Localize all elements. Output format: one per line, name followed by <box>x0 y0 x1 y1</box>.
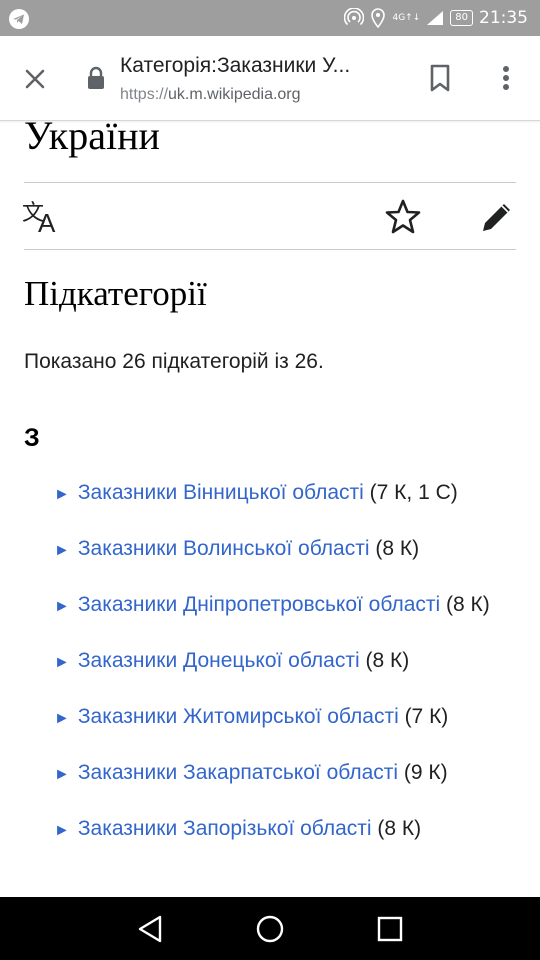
bullet-arrow-icon: ► <box>54 542 70 559</box>
category-link[interactable]: Заказники Закарпатської області <box>78 761 398 784</box>
svg-text:A: A <box>38 208 56 234</box>
subcategory-summary: Показано 26 підкатегорій із 26. <box>24 350 324 373</box>
category-link[interactable]: Заказники Вінницької області <box>78 481 364 504</box>
url-scheme: https:// <box>120 86 169 103</box>
lock-icon <box>88 66 104 89</box>
language-icon[interactable]: 文 A <box>22 198 64 234</box>
edit-pencil-icon[interactable] <box>478 198 516 236</box>
category-count: (8 К) <box>371 817 422 840</box>
bullet-arrow-icon: ► <box>54 822 70 839</box>
back-icon[interactable] <box>134 913 166 945</box>
category-link[interactable]: Заказники Запорізької області <box>78 817 372 840</box>
bookmark-icon[interactable] <box>426 62 454 94</box>
status-bar: 4G↑↓ 80 21:35 <box>0 0 540 36</box>
category-item: ► Заказники Донецької області (8 К) <box>54 642 524 682</box>
bullet-arrow-icon: ► <box>54 654 70 671</box>
home-icon[interactable] <box>254 913 286 945</box>
page-tab-title[interactable]: Категорія:Заказники У... <box>120 54 400 78</box>
section-heading: Підкатегорії <box>24 274 207 313</box>
battery-icon: 80 <box>450 10 473 26</box>
bullet-arrow-icon: ► <box>54 710 70 727</box>
browser-toolbar: Категорія:Заказники У... https://uk.m.wi… <box>0 36 540 121</box>
category-count: (7 К, 1 С) <box>363 481 458 504</box>
hotspot-icon <box>344 8 365 26</box>
category-count: (8 К) <box>440 593 490 616</box>
category-item: ► Заказники Волинської області (8 К) <box>54 530 524 570</box>
recents-icon[interactable] <box>374 913 406 945</box>
category-count: (8 К) <box>359 649 410 672</box>
status-time: 21:35 <box>479 8 528 28</box>
url-host: uk.m.wikipedia.org <box>168 86 301 103</box>
category-count: (9 К) <box>398 761 448 784</box>
category-link[interactable]: Заказники Донецької області <box>78 649 360 672</box>
url-bar[interactable]: https://uk.m.wikipedia.org <box>120 86 301 104</box>
category-item: ► Заказники Вінницької області (7 К, 1 С) <box>54 474 524 514</box>
category-item: ► Заказники Запорізької області (8 К) <box>54 810 524 850</box>
category-item: ► Заказники Дніпропетровської області (8 … <box>54 586 524 626</box>
page-title: України <box>24 113 160 158</box>
telegram-icon <box>9 9 29 29</box>
close-icon[interactable] <box>20 64 50 94</box>
location-icon <box>371 8 386 28</box>
category-list: ► Заказники Вінницької області (7 К, 1 С)… <box>54 474 524 866</box>
divider-actions <box>24 249 516 250</box>
network-type: 4G↑↓ <box>392 13 421 23</box>
bullet-arrow-icon: ► <box>54 486 70 503</box>
navigation-bar <box>0 897 540 960</box>
bullet-arrow-icon: ► <box>54 766 70 783</box>
divider-top <box>24 182 516 183</box>
category-count: (8 К) <box>369 537 420 560</box>
category-item: ► Заказники Житомирської області (7 К) <box>54 698 524 738</box>
status-icons: 4G↑↓ 80 21:35 <box>344 0 528 36</box>
category-link[interactable]: Заказники Волинської області <box>78 537 370 560</box>
watch-star-icon[interactable] <box>384 198 422 236</box>
signal-icon <box>427 11 444 25</box>
category-item: ► Заказники Закарпатської області (9 К) <box>54 754 524 794</box>
more-vert-icon[interactable] <box>492 62 520 94</box>
category-count: (7 К) <box>398 705 449 728</box>
category-link[interactable]: Заказники Житомирської області <box>78 705 399 728</box>
bullet-arrow-icon: ► <box>54 598 70 615</box>
category-link[interactable]: Заказники Дніпропетровської області <box>78 593 440 616</box>
letter-heading: З <box>24 424 40 452</box>
